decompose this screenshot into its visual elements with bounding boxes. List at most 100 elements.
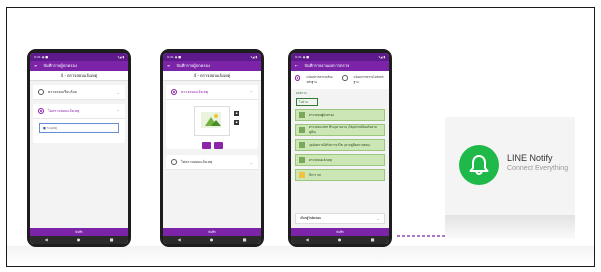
option-label: ไม่ตรวจสอบแจ้งเหตุ	[48, 109, 80, 113]
input-prefix-icon: ■	[43, 126, 46, 130]
checklist-item[interactable]: ตรวจสอบ PPE ที่ระบุตามงาน (ใส่อุปกรณ์ป้อ…	[295, 124, 385, 136]
app-title: บันทึกรายงานผลการตรวจ	[304, 63, 350, 68]
result-options: แจ้งผลการตรวจพร้อมหลักฐาน แจ้งผลการตรวจไ…	[291, 71, 389, 89]
app-bar: ≡ บันทึกรายผู้ปกครอง	[163, 61, 261, 71]
card-reflection	[445, 215, 575, 239]
delete-icon[interactable]: ▪	[234, 120, 239, 125]
radio-selected[interactable]	[171, 89, 177, 95]
image-placeholder-icon	[201, 112, 221, 128]
status-icons: ▾◢ ▮	[250, 55, 257, 59]
back-arrow-icon[interactable]: ←	[295, 61, 298, 71]
chevron-up-icon[interactable]: ⌃	[250, 90, 253, 95]
option-label: แจ้งผลการตรวจไม่มีหลักฐาน	[353, 75, 384, 84]
home-icon[interactable]: ●	[77, 236, 81, 244]
status-time: 9:41 ◉ ■	[34, 55, 49, 59]
back-icon[interactable]: ◀	[45, 236, 48, 244]
option-row-not-checked[interactable]: ไม่ตรวจสอบแจ้งเหตุ ⌃	[33, 104, 125, 119]
save-button[interactable]: บันทึก	[30, 228, 128, 236]
app-bar: ≡ บันทึกรายผู้ปกครอง	[30, 61, 128, 71]
phone-screen: 9:41 ◉ ■ ▾◢ ▮ ≡ บันทึกรายผู้ปกครอง 4 - ต…	[163, 53, 261, 244]
option-label: ตรวจสอบแจ้งเหตุ	[181, 90, 209, 94]
option-card: ตรวจสอบเรียบร้อย ⌄	[33, 85, 125, 100]
checklist-item-label: ตรวจสอบ PPE ที่ระบุตามงาน (ใส่อุปกรณ์ป้อ…	[309, 125, 377, 134]
phone-mockup-3: 9:41 ◉ ■ ▾◢ ▮ ← บันทึกรายงานผลการตรวจ แจ…	[288, 49, 392, 247]
result-value-row: ไม่ผ่าน	[296, 98, 384, 106]
option-row-checked-ok[interactable]: ตรวจสอบเรียบร้อย ⌄	[33, 85, 125, 100]
checklist-item-label: จุดอันตรายได้รับการแก้ไข (ตามคู่มือตรวจส…	[309, 142, 371, 147]
app-title: บันทึกรายผู้ปกครอง	[176, 63, 210, 68]
option-label: ไม่ตรวจสอบแจ้งเหตุ	[181, 160, 213, 164]
checklist-item-label: ตรวจสอบแจ้งเหตุ	[309, 157, 332, 162]
reason-placeholder: ระบุเหตุ	[46, 126, 57, 130]
floor-reflection	[7, 246, 594, 266]
phone-mockup-2: 9:41 ◉ ■ ▾◢ ▮ ≡ บันทึกรายผู้ปกครอง 4 - ต…	[160, 49, 264, 247]
checklist-item[interactable]: ตรวจสอบแจ้งเหตุ	[295, 154, 385, 166]
bell-icon	[469, 155, 489, 175]
status-time: 9:41 ◉ ■	[295, 55, 310, 59]
result-label: ผลตรวจ	[296, 91, 307, 95]
option-with-evidence[interactable]: แจ้งผลการตรวจพร้อมหลักฐาน	[295, 75, 338, 85]
back-icon[interactable]: ◀	[178, 236, 181, 244]
dropdown-label: เลือกผู้รับผิดชอบ	[300, 216, 322, 220]
line-notify-logo	[459, 145, 499, 185]
radio-selected[interactable]	[295, 75, 301, 81]
status-bar: 9:41 ◉ ■ ▾◢ ▮	[163, 53, 261, 61]
radio-unselected[interactable]	[38, 89, 44, 95]
chevron-down-icon: ⌄	[376, 216, 380, 221]
checklist-item[interactable]: ตรวจสอบผู้ปกครอง	[295, 109, 385, 121]
option-row-checked[interactable]: ตรวจสอบแจ้งเหตุ ⌃	[166, 85, 258, 100]
upload-button[interactable]	[213, 142, 223, 149]
save-button[interactable]: บันทึก	[291, 228, 389, 236]
checklist-icon	[299, 157, 305, 163]
back-icon[interactable]: ◀	[306, 236, 309, 244]
home-icon[interactable]: ●	[210, 236, 214, 244]
recent-apps-icon[interactable]: ■	[110, 236, 114, 244]
reason-input[interactable]: ■ ระบุเหตุ	[39, 123, 119, 133]
checklist-icon	[299, 112, 305, 118]
recent-apps-icon[interactable]: ■	[243, 236, 247, 244]
photo-preview[interactable]: ▪ ▪	[194, 106, 239, 136]
radio-unselected[interactable]	[171, 159, 177, 165]
line-notify-title: LINE Notify	[507, 153, 553, 163]
status-icons: ▾◢ ▮	[117, 55, 124, 59]
radio-selected[interactable]	[38, 108, 44, 114]
recent-apps-icon[interactable]: ■	[371, 236, 375, 244]
option-row-not-checked[interactable]: ไม่ตรวจสอบแจ้งเหตุ ⌄	[166, 155, 258, 170]
save-button[interactable]: บันทึก	[163, 228, 261, 236]
checklist-item[interactable]: จุดอันตรายได้รับการแก้ไข (ตามคู่มือตรวจส…	[295, 139, 385, 151]
star-icon	[299, 172, 305, 178]
option-label: แจ้งผลการตรวจพร้อมหลักฐาน	[306, 75, 333, 84]
app-bar: ← บันทึกรายงานผลการตรวจ	[291, 61, 389, 71]
option-without-evidence[interactable]: แจ้งผลการตรวจไม่มีหลักฐาน	[342, 75, 385, 85]
option-label: ตรวจสอบเรียบร้อย	[48, 90, 77, 94]
responsible-dropdown[interactable]: เลือกผู้รับผิดชอบ ⌄	[295, 213, 385, 224]
checklist-item-label: มีการ 5ส	[309, 172, 321, 177]
phone-screen: 9:41 ◉ ■ ▾◢ ▮ ≡ บันทึกรายผู้ปกครอง 4 - ต…	[30, 53, 128, 244]
checklist-item[interactable]: มีการ 5ส	[295, 169, 385, 181]
android-nav-bar: ◀ ● ■	[291, 236, 389, 244]
option-card: ไม่ตรวจสอบแจ้งเหตุ ⌄	[166, 155, 258, 170]
menu-icon[interactable]: ≡	[34, 61, 37, 71]
android-nav-bar: ◀ ● ■	[30, 236, 128, 244]
chevron-down-icon[interactable]: ⌄	[250, 160, 253, 165]
app-title: บันทึกรายผู้ปกครอง	[43, 63, 77, 68]
result-field: ผลตรวจ	[296, 91, 384, 96]
android-nav-bar: ◀ ● ■	[163, 236, 261, 244]
line-notify-card: LINE Notify Connect Everything	[445, 117, 575, 215]
home-icon[interactable]: ●	[338, 236, 342, 244]
phone-screen: 9:41 ◉ ■ ▾◢ ▮ ← บันทึกรายงานผลการตรวจ แจ…	[291, 53, 389, 244]
result-value[interactable]: ไม่ผ่าน	[296, 98, 318, 106]
chevron-up-icon[interactable]: ⌃	[117, 109, 120, 114]
radio-unselected[interactable]	[342, 75, 348, 81]
option-card-expanded: ไม่ตรวจสอบแจ้งเหตุ ⌃ ■ ระบุเหตุ	[33, 104, 125, 143]
camera-button[interactable]	[201, 142, 211, 149]
checklist-icon	[299, 127, 305, 133]
line-notify-subtitle: Connect Everything	[507, 165, 569, 172]
gallery-icon[interactable]: ▪	[234, 111, 239, 116]
status-bar: 9:41 ◉ ■ ▾◢ ▮	[30, 53, 128, 61]
status-icons: ▾◢ ▮	[378, 55, 385, 59]
status-bar: 9:41 ◉ ■ ▾◢ ▮	[291, 53, 389, 61]
menu-icon[interactable]: ≡	[167, 61, 170, 71]
chevron-down-icon[interactable]: ⌄	[117, 90, 120, 95]
phone-mockup-1: 9:41 ◉ ■ ▾◢ ▮ ≡ บันทึกรายผู้ปกครอง 4 - ต…	[27, 49, 131, 247]
